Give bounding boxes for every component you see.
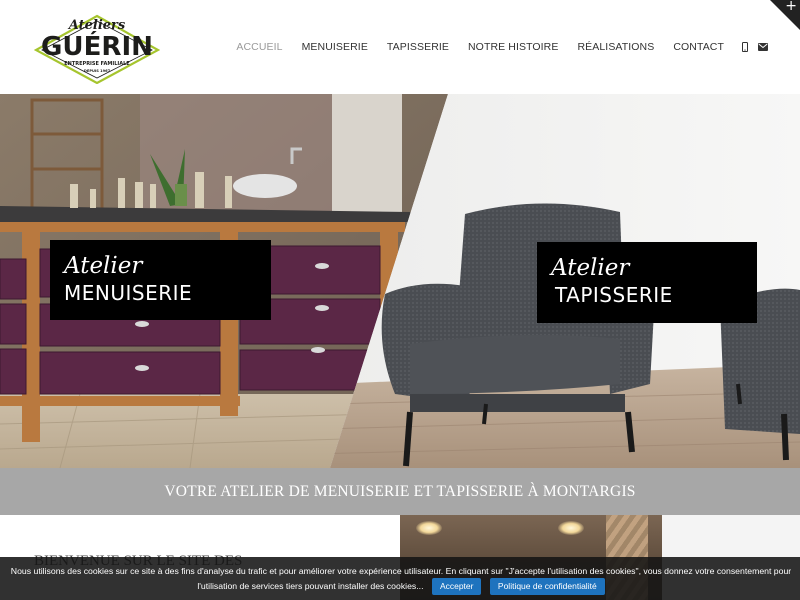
- corner-toggle-button[interactable]: +: [770, 0, 800, 30]
- atelier-tapisserie-card[interactable]: Atelier TAPISSERIE: [537, 242, 757, 323]
- atelier-tapisserie-title: TAPISSERIE: [555, 283, 673, 307]
- site-logo[interactable]: Ateliers GUÉRIN ENTREPRISE FAMILIALE DEP…: [34, 14, 160, 84]
- mobile-phone-icon[interactable]: [742, 42, 748, 52]
- atelier-menuiserie-card[interactable]: Atelier MENUISERIE: [50, 240, 271, 320]
- privacy-policy-button[interactable]: Politique de confidentialité: [489, 578, 605, 595]
- main-nav: ACCUEIL MENUISERIE TAPISSERIE NOTRE HIST…: [217, 40, 768, 54]
- ceiling-lamp: [416, 521, 442, 535]
- ceiling-lamp: [558, 521, 584, 535]
- cookie-consent-bar: Nous utilisons des cookies sur ce site à…: [0, 557, 800, 600]
- cookie-text-line1: Nous utilisons des cookies sur ce site à…: [10, 566, 792, 576]
- plus-icon: +: [785, 0, 797, 14]
- tagline-banner: VOTRE ATELIER DE MENUISERIE ET TAPISSERI…: [0, 468, 800, 515]
- nav-notre-histoire[interactable]: NOTRE HISTOIRE: [468, 41, 558, 53]
- cookie-message: Nous utilisons des cookies sur ce site à…: [6, 565, 796, 595]
- site-header: Ateliers GUÉRIN ENTREPRISE FAMILIALE DEP…: [0, 0, 800, 94]
- nav-accueil[interactable]: ACCUEIL: [236, 41, 282, 53]
- nav-realisations[interactable]: RÉALISATIONS: [577, 41, 654, 53]
- logo-since: DEPUIS 1967: [84, 69, 111, 73]
- atelier-menuiserie-title: MENUISERIE: [64, 281, 193, 305]
- nav-contact[interactable]: CONTACT: [673, 41, 724, 53]
- atelier-menuiserie-script: Atelier: [64, 253, 143, 279]
- cookie-text-line2: l'utilisation de services tiers pouvant …: [197, 580, 424, 591]
- hero-section: Atelier MENUISERIE Atelier TAPISSERIE: [0, 94, 800, 468]
- logo-script: Ateliers: [67, 18, 126, 33]
- envelope-icon[interactable]: [758, 43, 768, 51]
- accept-cookies-button[interactable]: Accepter: [431, 578, 482, 595]
- tagline-text: VOTRE ATELIER DE MENUISERIE ET TAPISSERI…: [164, 482, 636, 500]
- nav-menuiserie[interactable]: MENUISERIE: [302, 41, 368, 53]
- logo-name: GUÉRIN: [41, 30, 153, 62]
- atelier-tapisserie-script: Atelier: [551, 255, 630, 281]
- logo-tagline: ENTREPRISE FAMILIALE: [64, 61, 130, 67]
- logo-emblem: Ateliers GUÉRIN ENTREPRISE FAMILIALE DEP…: [34, 14, 160, 84]
- nav-tapisserie[interactable]: TAPISSERIE: [387, 41, 449, 53]
